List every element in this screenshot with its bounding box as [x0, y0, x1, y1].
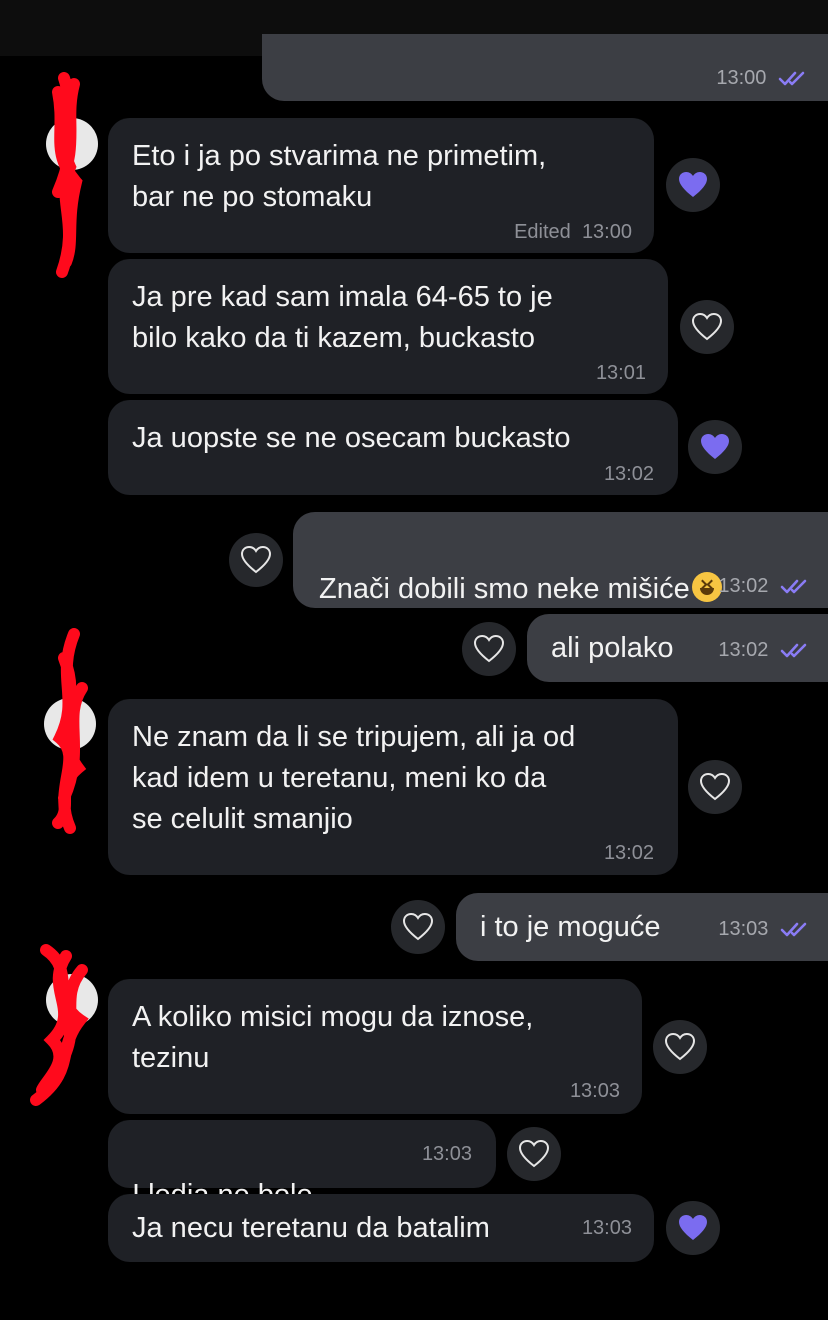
- heart-outline-icon: [692, 313, 722, 340]
- heart-outline-icon: [700, 773, 730, 800]
- message-time: 13:01: [595, 362, 646, 384]
- message-bubble-outgoing[interactable]: i to je moguće 13:03: [456, 893, 828, 961]
- heart-outline-icon: [665, 1033, 695, 1060]
- message-time: 13:03: [718, 917, 808, 941]
- heart-filled-icon: [701, 434, 729, 459]
- message-bubble-incoming[interactable]: A koliko misici mogu da iznose, tezinu 1…: [108, 979, 642, 1114]
- message-time: 13:03: [421, 1143, 472, 1165]
- message-bubble-incoming[interactable]: Ja uopste se ne osecam buckasto 13:02: [108, 400, 678, 495]
- message-bubble-incoming[interactable]: Ja pre kad sam imala 64-65 to je bilo ka…: [108, 259, 668, 394]
- heart-outline-icon: [241, 546, 271, 573]
- reaction-heart-filled-button[interactable]: [666, 1201, 720, 1255]
- redacted-avatar: [44, 628, 96, 834]
- message-text: Ja pre kad sam imala 64-65 to je bilo ka…: [132, 281, 553, 354]
- message-bubble-incoming[interactable]: Eto i ja po stvarima ne primetim, bar ne…: [108, 118, 654, 253]
- message-text: i to je moguće: [480, 911, 661, 943]
- heart-outline-icon: [519, 1140, 549, 1167]
- message-time: 13:03: [569, 1080, 620, 1102]
- message-time: Edited 13:00: [514, 221, 632, 243]
- read-receipt-icon: [780, 579, 807, 594]
- read-receipt-icon: [780, 643, 807, 658]
- message-time: 13:00: [716, 66, 806, 90]
- edited-label: Edited: [514, 221, 571, 243]
- heart-filled-icon: [679, 1215, 707, 1240]
- reaction-heart-button[interactable]: [653, 1020, 707, 1074]
- message-bubble-incoming[interactable]: Ja necu teretanu da batalim 13:03: [108, 1194, 654, 1262]
- message-text: A koliko misici mogu da iznose, tezinu: [132, 1001, 534, 1074]
- heart-outline-icon: [474, 635, 504, 662]
- heart-outline-icon: [403, 913, 433, 940]
- heart-filled-icon: [679, 172, 707, 197]
- reaction-heart-button[interactable]: [462, 622, 516, 676]
- message-time: 13:03: [581, 1217, 632, 1239]
- reaction-heart-button[interactable]: [229, 533, 283, 587]
- message-text: Ne znam da li se tripujem, ali ja od kad…: [132, 721, 576, 835]
- redacted-avatar: [30, 944, 98, 1106]
- message-bubble-incoming[interactable]: I ledja ne bole 13:03: [108, 1120, 496, 1249]
- reaction-heart-button[interactable]: [680, 300, 734, 354]
- message-bubble-outgoing[interactable]: Znači dobili smo neke mišiće 13:02: [293, 512, 828, 608]
- redacted-avatar: [46, 72, 98, 278]
- message-text: Eto i ja po stvarima ne primetim, bar ne…: [132, 140, 547, 213]
- message-text: ali polako: [551, 632, 674, 664]
- message-text: Ja uopste se ne osecam buckasto: [132, 422, 571, 454]
- reaction-heart-filled-button[interactable]: [666, 158, 720, 212]
- message-time: 13:02: [718, 574, 808, 598]
- read-receipt-icon: [778, 71, 805, 86]
- reaction-heart-button[interactable]: [507, 1127, 561, 1181]
- message-text: Znači dobili smo neke mišiće: [319, 573, 690, 605]
- reaction-heart-filled-button[interactable]: [688, 420, 742, 474]
- message-bubble-outgoing[interactable]: 13:00: [262, 34, 828, 101]
- message-time: 13:02: [603, 463, 654, 485]
- message-text: Ja necu teretanu da batalim: [132, 1212, 490, 1244]
- message-bubble-incoming[interactable]: Ne znam da li se tripujem, ali ja od kad…: [108, 699, 678, 875]
- message-time: 13:02: [603, 842, 654, 864]
- smiling-face-with-hearts-emoji: [691, 572, 722, 602]
- message-bubble-outgoing[interactable]: ali polako 13:02: [527, 614, 828, 682]
- read-receipt-icon: [780, 922, 807, 937]
- reaction-heart-button[interactable]: [688, 760, 742, 814]
- reaction-heart-button[interactable]: [391, 900, 445, 954]
- message-time: 13:02: [718, 638, 808, 662]
